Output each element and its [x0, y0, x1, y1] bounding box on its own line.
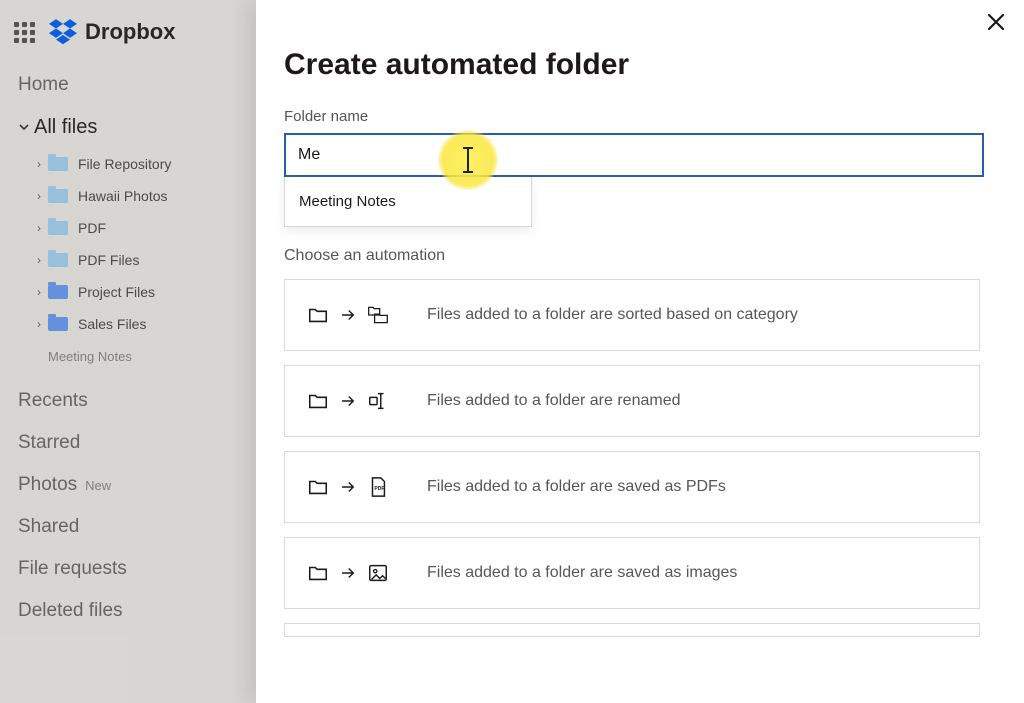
- automation-description: Files added to a folder are renamed: [427, 392, 680, 410]
- dropbox-logo-icon: [49, 18, 77, 46]
- automation-card-save-pdf[interactable]: PDF Files added to a folder are saved as…: [284, 451, 980, 523]
- chevron-right-icon: ›: [34, 253, 48, 267]
- tree-item-pdf[interactable]: › PDF: [34, 212, 240, 244]
- sidebar-item-home[interactable]: Home: [18, 64, 240, 106]
- automation-description: Files added to a folder are saved as PDF…: [427, 478, 726, 496]
- automation-icons: [307, 304, 399, 326]
- chevron-right-icon: ›: [34, 157, 48, 171]
- sidebar-item-label: Home: [18, 74, 69, 96]
- arrow-right-icon: [337, 304, 359, 326]
- rename-icon: [367, 390, 389, 412]
- sidebar-item-all-files[interactable]: All files: [18, 106, 240, 148]
- tree-item-label: Sales Files: [78, 316, 146, 332]
- automation-card-rename[interactable]: Files added to a folder are renamed: [284, 365, 980, 437]
- tree-item-meeting-notes[interactable]: Meeting Notes: [34, 340, 240, 372]
- folder-icon: [307, 476, 329, 498]
- tree-item-hawaii-photos[interactable]: › Hawaii Photos: [34, 180, 240, 212]
- folder-icon: [307, 390, 329, 412]
- autocomplete-option-meeting-notes[interactable]: Meeting Notes: [285, 177, 531, 226]
- sidebar-item-recents[interactable]: Recents: [18, 380, 240, 422]
- svg-text:PDF: PDF: [374, 486, 384, 492]
- automation-card-sort-category[interactable]: Files added to a folder are sorted based…: [284, 279, 980, 351]
- chevron-right-icon: ›: [34, 189, 48, 203]
- automation-icons: [307, 562, 399, 584]
- autocomplete-dropdown: Meeting Notes: [284, 177, 532, 227]
- sidebar-item-label: All files: [34, 116, 97, 139]
- brand-name: Dropbox: [85, 19, 175, 45]
- sidebar-item-starred[interactable]: Starred: [18, 422, 240, 464]
- tree-item-project-files[interactable]: › Project Files: [34, 276, 240, 308]
- tree-item-sales-files[interactable]: › Sales Files: [34, 308, 240, 340]
- arrow-right-icon: [337, 476, 359, 498]
- automation-description: Files added to a folder are saved as ima…: [427, 564, 737, 582]
- pdf-file-icon: PDF: [367, 476, 389, 498]
- tree-item-label: PDF: [78, 220, 106, 236]
- sidebar-item-label: File requests: [18, 558, 127, 580]
- tree-item-file-repository[interactable]: › File Repository: [34, 148, 240, 180]
- sidebar-item-shared[interactable]: Shared: [18, 506, 240, 548]
- apps-grid-icon[interactable]: [14, 22, 35, 43]
- folder-icon: [307, 562, 329, 584]
- sidebar-item-label: Starred: [18, 432, 80, 454]
- new-badge: New: [85, 478, 111, 493]
- folder-icon: [48, 220, 68, 236]
- folder-icon: [48, 188, 68, 204]
- brand[interactable]: Dropbox: [49, 18, 175, 46]
- modal-title: Create automated folder: [284, 48, 996, 82]
- tree-item-label: PDF Files: [78, 252, 139, 268]
- image-file-icon: [367, 562, 389, 584]
- tree-item-label: File Repository: [78, 156, 171, 172]
- folder-name-label: Folder name: [284, 108, 996, 125]
- sidebar-item-file-requests[interactable]: File requests: [18, 548, 240, 590]
- sidebar-item-photos[interactable]: Photos New: [18, 464, 240, 506]
- tree-item-pdf-files[interactable]: › PDF Files: [34, 244, 240, 276]
- arrow-right-icon: [337, 562, 359, 584]
- automation-icons: PDF: [307, 476, 399, 498]
- tree-item-label: Meeting Notes: [48, 349, 132, 364]
- chevron-right-icon: ›: [34, 221, 48, 235]
- create-automated-folder-modal: Create automated folder Folder name Meet…: [256, 0, 1024, 703]
- choose-automation-label: Choose an automation: [284, 247, 996, 265]
- shared-folder-icon: [48, 316, 68, 332]
- tree-item-label: Project Files: [78, 284, 155, 300]
- tree-item-label: Hawaii Photos: [78, 188, 168, 204]
- file-tree: › File Repository › Hawaii Photos › PDF …: [18, 148, 240, 372]
- sidebar-item-label: Photos: [18, 474, 77, 496]
- chevron-right-icon: ›: [34, 317, 48, 331]
- sorted-folders-icon: [367, 304, 389, 326]
- sidebar-item-label: Recents: [18, 390, 88, 412]
- folder-icon: [307, 304, 329, 326]
- sidebar-item-deleted[interactable]: Deleted files: [18, 590, 240, 632]
- automation-list[interactable]: Files added to a folder are sorted based…: [284, 279, 996, 699]
- arrow-right-icon: [337, 390, 359, 412]
- automation-card-save-image[interactable]: Files added to a folder are saved as ima…: [284, 537, 980, 609]
- sidebar: Dropbox Home All files › File Repository: [0, 0, 240, 703]
- folder-icon: [48, 156, 68, 172]
- folder-icon: [48, 252, 68, 268]
- folder-name-input[interactable]: [284, 133, 984, 177]
- automation-description: Files added to a folder are sorted based…: [427, 306, 798, 324]
- sidebar-item-label: Shared: [18, 516, 79, 538]
- chevron-right-icon: ›: [34, 285, 48, 299]
- automation-icons: [307, 390, 399, 412]
- automation-card-next[interactable]: [284, 623, 980, 637]
- shared-folder-icon: [48, 284, 68, 300]
- chevron-down-icon: [18, 121, 34, 133]
- sidebar-item-label: Deleted files: [18, 600, 123, 622]
